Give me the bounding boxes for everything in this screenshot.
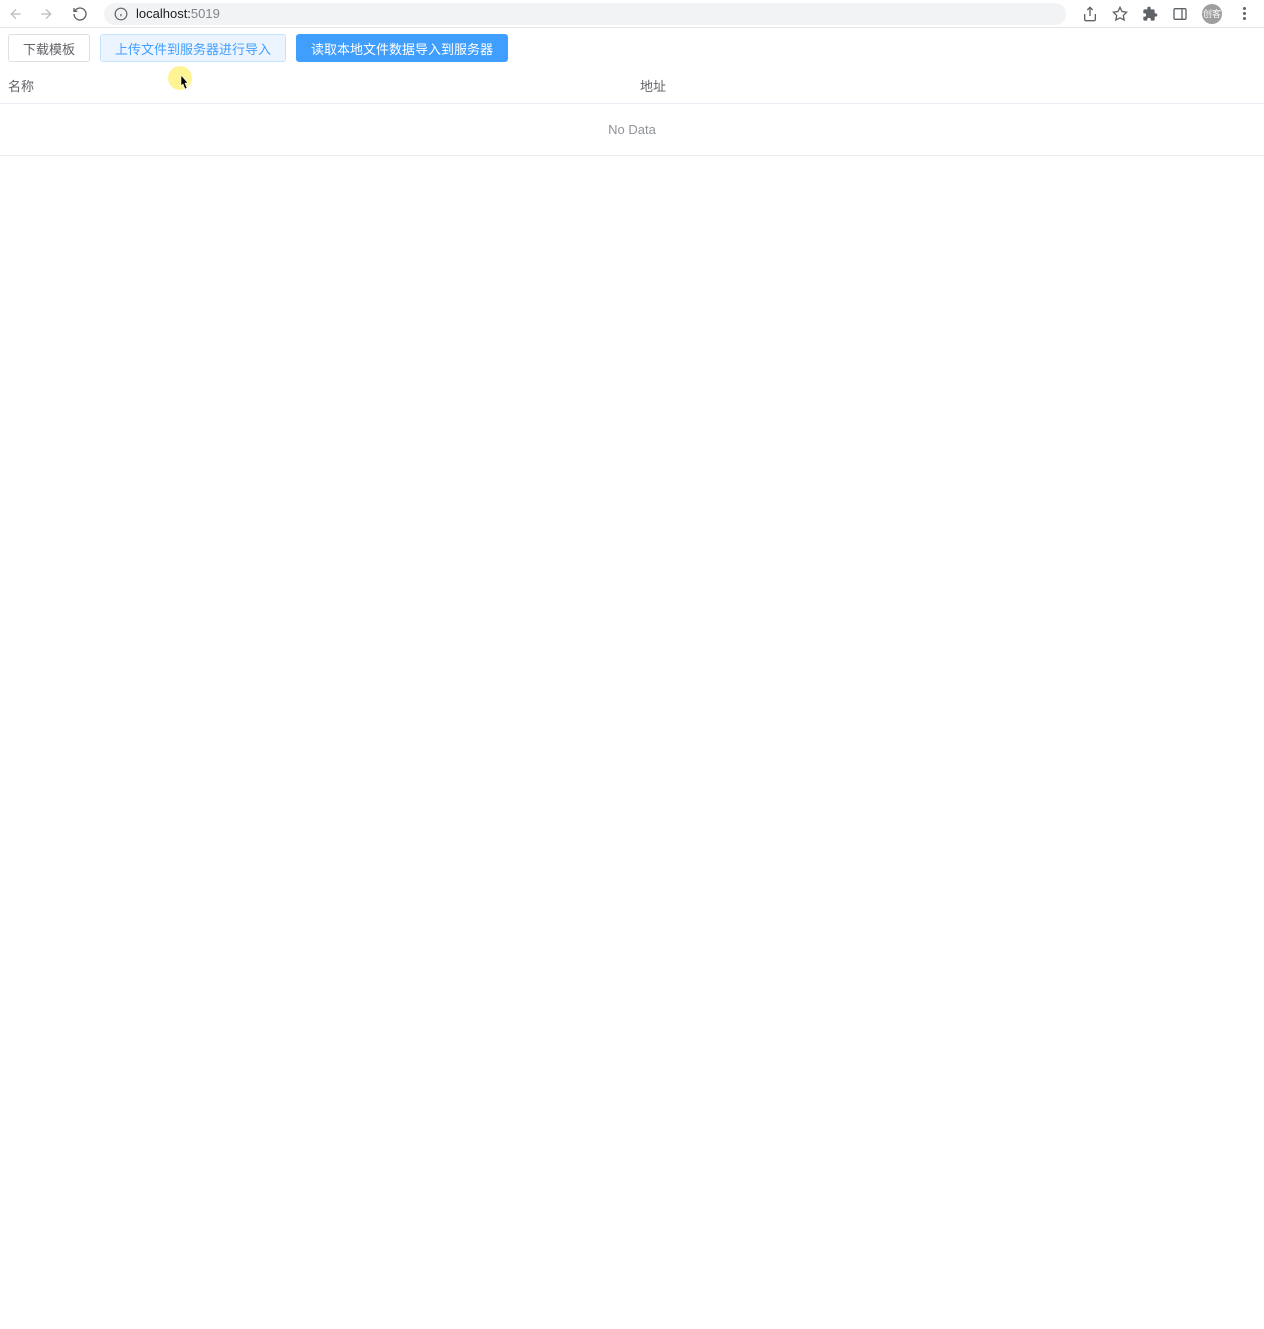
column-header-address: 地址 — [632, 68, 1264, 103]
profile-avatar[interactable]: 创客 — [1202, 4, 1222, 24]
table-header-row: 名称 地址 — [0, 68, 1264, 104]
browser-chrome: localhost:5019 创客 — [0, 0, 1264, 28]
download-template-button[interactable]: 下载模板 — [8, 34, 90, 62]
extensions-icon[interactable] — [1142, 6, 1158, 22]
avatar-text: 创客 — [1203, 7, 1221, 20]
read-local-import-button[interactable]: 读取本地文件数据导入到服务器 — [296, 34, 508, 62]
url-text: localhost:5019 — [136, 6, 220, 21]
url-port: 5019 — [191, 6, 220, 21]
side-panel-icon[interactable] — [1172, 6, 1188, 22]
address-bar[interactable]: localhost:5019 — [104, 3, 1066, 25]
chrome-actions: 创客 — [1082, 4, 1252, 24]
share-icon[interactable] — [1082, 6, 1098, 22]
chrome-menu-icon[interactable] — [1236, 6, 1252, 22]
page-toolbar: 下载模板 上传文件到服务器进行导入 读取本地文件数据导入到服务器 — [0, 28, 1264, 68]
url-host: localhost: — [136, 6, 191, 21]
back-button[interactable] — [8, 6, 24, 22]
site-info-icon[interactable] — [114, 7, 128, 21]
table-empty-state: No Data — [0, 104, 1264, 156]
reload-button[interactable] — [72, 6, 88, 22]
bookmark-star-icon[interactable] — [1112, 6, 1128, 22]
forward-button[interactable] — [38, 6, 54, 22]
upload-to-server-button[interactable]: 上传文件到服务器进行导入 — [100, 34, 286, 62]
data-table: 名称 地址 No Data — [0, 68, 1264, 156]
column-header-name: 名称 — [0, 68, 632, 103]
nav-arrows — [8, 6, 88, 22]
